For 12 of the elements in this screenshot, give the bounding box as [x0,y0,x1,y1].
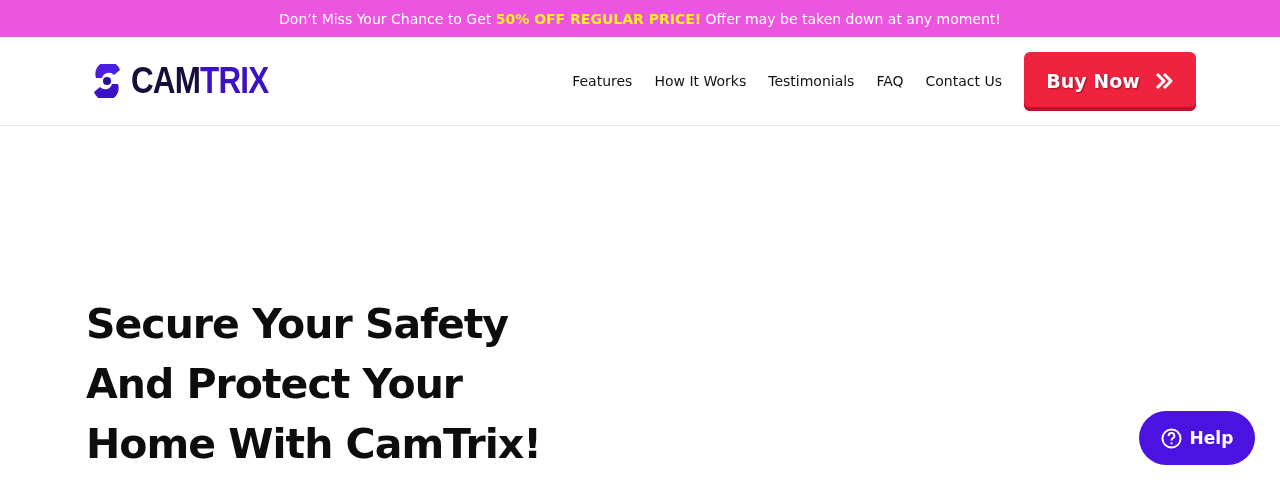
buy-now-button[interactable]: Buy Now [1024,51,1196,111]
help-button[interactable]: Help [1139,411,1255,465]
nav-link[interactable]: FAQ [876,73,904,89]
help-icon [1160,427,1182,449]
nav-link[interactable]: Testimonials [768,73,855,89]
double-chevron-icon [1153,71,1174,91]
nav-link[interactable]: How It Works [654,73,747,89]
logo-wordmark[interactable]: CAMTRIX [131,60,269,102]
promo-text: Don’t Miss Your Chance to Get 50% OFF REGULAR PRICE! Offer may be taken down at any moment! [279,10,1001,27]
nav-link[interactable]: Features [572,73,633,89]
hero-heading: Secure Your Safety And Protect Your Home With CamTrix! [86,299,541,470]
nav-link[interactable]: Contact Us [925,73,1002,89]
